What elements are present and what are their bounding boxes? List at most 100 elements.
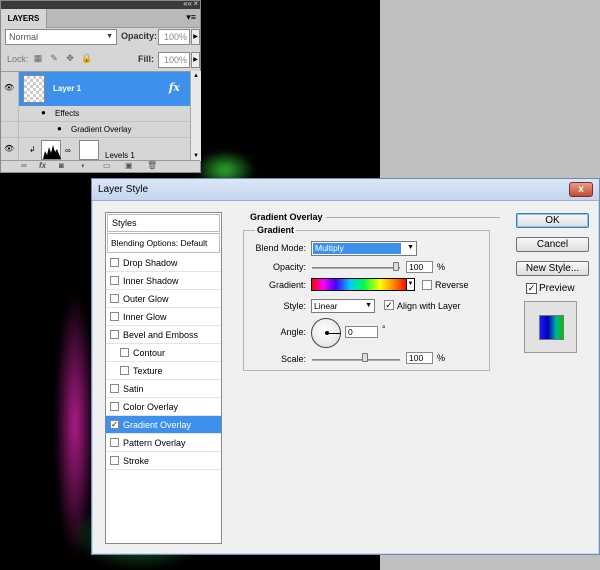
opacity-slider-handle[interactable] — [393, 262, 399, 271]
close-button[interactable]: x — [569, 182, 593, 197]
effects-row[interactable]: ● Effects — [1, 106, 190, 122]
add-style-fx-icon[interactable]: fx — [39, 161, 46, 170]
layer-row-layer-1[interactable]: 👁 Layer 1 fx — [1, 72, 190, 106]
scale-label: Scale: — [280, 354, 306, 364]
style-item[interactable]: ✓ Gradient Overlay — [106, 416, 221, 434]
chevron-down-icon: ▼ — [106, 33, 113, 40]
opacity-input[interactable]: 100% — [158, 29, 190, 45]
style-item[interactable]: Pattern Overlay — [106, 434, 221, 452]
style-item[interactable]: Contour — [106, 344, 221, 362]
style-checkbox[interactable] — [120, 366, 129, 375]
panel-menu-icon[interactable]: ▾≡ — [186, 12, 196, 23]
blend-mode-label: Blend Mode: — [255, 243, 306, 253]
adjustment-layer-icon[interactable]: ◐ — [81, 161, 86, 170]
style-item[interactable]: Bevel and Emboss — [106, 326, 221, 344]
style-item-label: Outer Glow — [123, 294, 169, 304]
close-icon[interactable]: × — [193, 0, 198, 8]
preview-checkbox[interactable]: ✓ — [526, 283, 537, 294]
style-checkbox[interactable] — [110, 294, 119, 303]
eye-icon[interactable] — [1, 122, 19, 137]
blend-mode-select[interactable]: Normal ▼ — [5, 29, 117, 45]
group-folder-icon[interactable]: ▭ — [103, 161, 111, 170]
angle-unit: ° — [382, 324, 386, 334]
new-layer-icon[interactable]: ▣ — [125, 161, 133, 170]
blending-options-item[interactable]: Blending Options: Default — [107, 233, 220, 253]
group-title: Gradient — [255, 225, 297, 235]
layer-row-levels-1[interactable]: 👁 ↲ ∞ Levels 1 — [1, 138, 190, 161]
style-preview — [524, 301, 577, 353]
effects-label: Effects — [55, 109, 80, 118]
fx-icon[interactable]: fx — [169, 81, 180, 94]
effect-item-row[interactable]: ● Gradient Overlay — [1, 122, 190, 138]
style-item-label: Satin — [123, 384, 144, 394]
new-style-button[interactable]: New Style... — [516, 261, 589, 276]
eye-icon[interactable] — [1, 106, 19, 121]
style-item[interactable]: Outer Glow — [106, 290, 221, 308]
style-checkbox[interactable] — [110, 258, 119, 267]
cancel-button[interactable]: Cancel — [516, 237, 589, 252]
style-checkbox[interactable] — [110, 384, 119, 393]
eye-icon[interactable]: 👁 — [1, 72, 19, 106]
angle-dial[interactable] — [311, 318, 341, 348]
ok-button[interactable]: OK — [516, 213, 589, 228]
layer-style-dialog: Layer Style x Styles Blending Options: D… — [91, 178, 600, 555]
blend-mode-select[interactable]: Multiply ▼ — [311, 241, 417, 256]
fill-input[interactable]: 100% — [158, 52, 190, 68]
style-checkbox[interactable] — [110, 330, 119, 339]
lock-move-icon[interactable]: ✥ — [65, 53, 75, 63]
preview-label: Preview — [539, 283, 575, 294]
delete-trash-icon[interactable]: 🗑 — [147, 161, 157, 170]
opacity-slider[interactable] — [312, 267, 400, 269]
clip-arrow-icon: ↲ — [29, 145, 36, 154]
style-checkbox[interactable] — [110, 456, 119, 465]
eye-icon[interactable]: 👁 — [1, 138, 19, 161]
style-checkbox[interactable] — [110, 312, 119, 321]
style-item[interactable]: Inner Shadow — [106, 272, 221, 290]
style-item[interactable]: Inner Glow — [106, 308, 221, 326]
style-checkbox[interactable] — [110, 276, 119, 285]
chain-link-icon[interactable]: ∞ — [65, 146, 71, 155]
add-mask-icon[interactable]: ◙ — [59, 161, 64, 170]
layer-list-scrollbar[interactable]: ▲ ▼ — [190, 71, 201, 161]
scroll-up-icon[interactable]: ▲ — [193, 73, 199, 79]
scale-input[interactable]: 100 — [406, 352, 433, 364]
fill-arrow-icon[interactable]: ▶ — [191, 52, 200, 68]
link-layers-icon[interactable]: ∞ — [21, 161, 27, 170]
style-select[interactable]: Linear ▼ — [311, 299, 375, 313]
style-item-label: Bevel and Emboss — [123, 330, 199, 340]
style-checkbox[interactable] — [110, 402, 119, 411]
style-value: Linear — [314, 301, 338, 311]
eye-icon[interactable]: ● — [41, 108, 46, 117]
collapse-icon[interactable]: «« — [183, 0, 192, 8]
style-label: Style: — [283, 301, 306, 311]
style-item[interactable]: Stroke — [106, 452, 221, 470]
style-item[interactable]: Drop Shadow — [106, 254, 221, 272]
scale-slider-handle[interactable] — [362, 353, 368, 362]
dialog-titlebar[interactable]: Layer Style x — [92, 179, 599, 201]
lock-brush-icon[interactable]: ✎ — [49, 53, 59, 63]
opacity-input[interactable]: 100 — [406, 261, 433, 273]
style-item[interactable]: Color Overlay — [106, 398, 221, 416]
align-with-layer-checkbox[interactable]: ✓ — [384, 300, 394, 310]
style-checkbox[interactable] — [120, 348, 129, 357]
style-checkbox[interactable]: ✓ — [110, 420, 119, 429]
style-preview-swatch — [539, 315, 564, 340]
eye-icon[interactable]: ● — [57, 124, 62, 133]
style-checkbox[interactable] — [110, 438, 119, 447]
scroll-down-icon[interactable]: ▼ — [193, 153, 199, 159]
styles-header[interactable]: Styles — [107, 214, 220, 232]
scale-slider[interactable] — [312, 359, 400, 361]
reverse-checkbox[interactable] — [422, 280, 432, 290]
angle-input[interactable]: 0 — [345, 326, 378, 338]
style-item-label: Pattern Overlay — [123, 438, 186, 448]
effect-item-label: Gradient Overlay — [71, 125, 132, 134]
layer-mask-thumbnail[interactable] — [79, 140, 99, 160]
style-item[interactable]: Texture — [106, 362, 221, 380]
tab-layers[interactable]: LAYERS — [1, 9, 47, 28]
gradient-picker-chevron-icon[interactable]: ▼ — [406, 278, 415, 291]
gradient-swatch[interactable] — [311, 278, 408, 291]
lock-transparent-icon[interactable]: ▦ — [33, 53, 43, 63]
lock-all-icon[interactable]: 🔒 — [81, 53, 92, 63]
style-item[interactable]: Satin — [106, 380, 221, 398]
opacity-arrow-icon[interactable]: ▶ — [191, 29, 200, 45]
